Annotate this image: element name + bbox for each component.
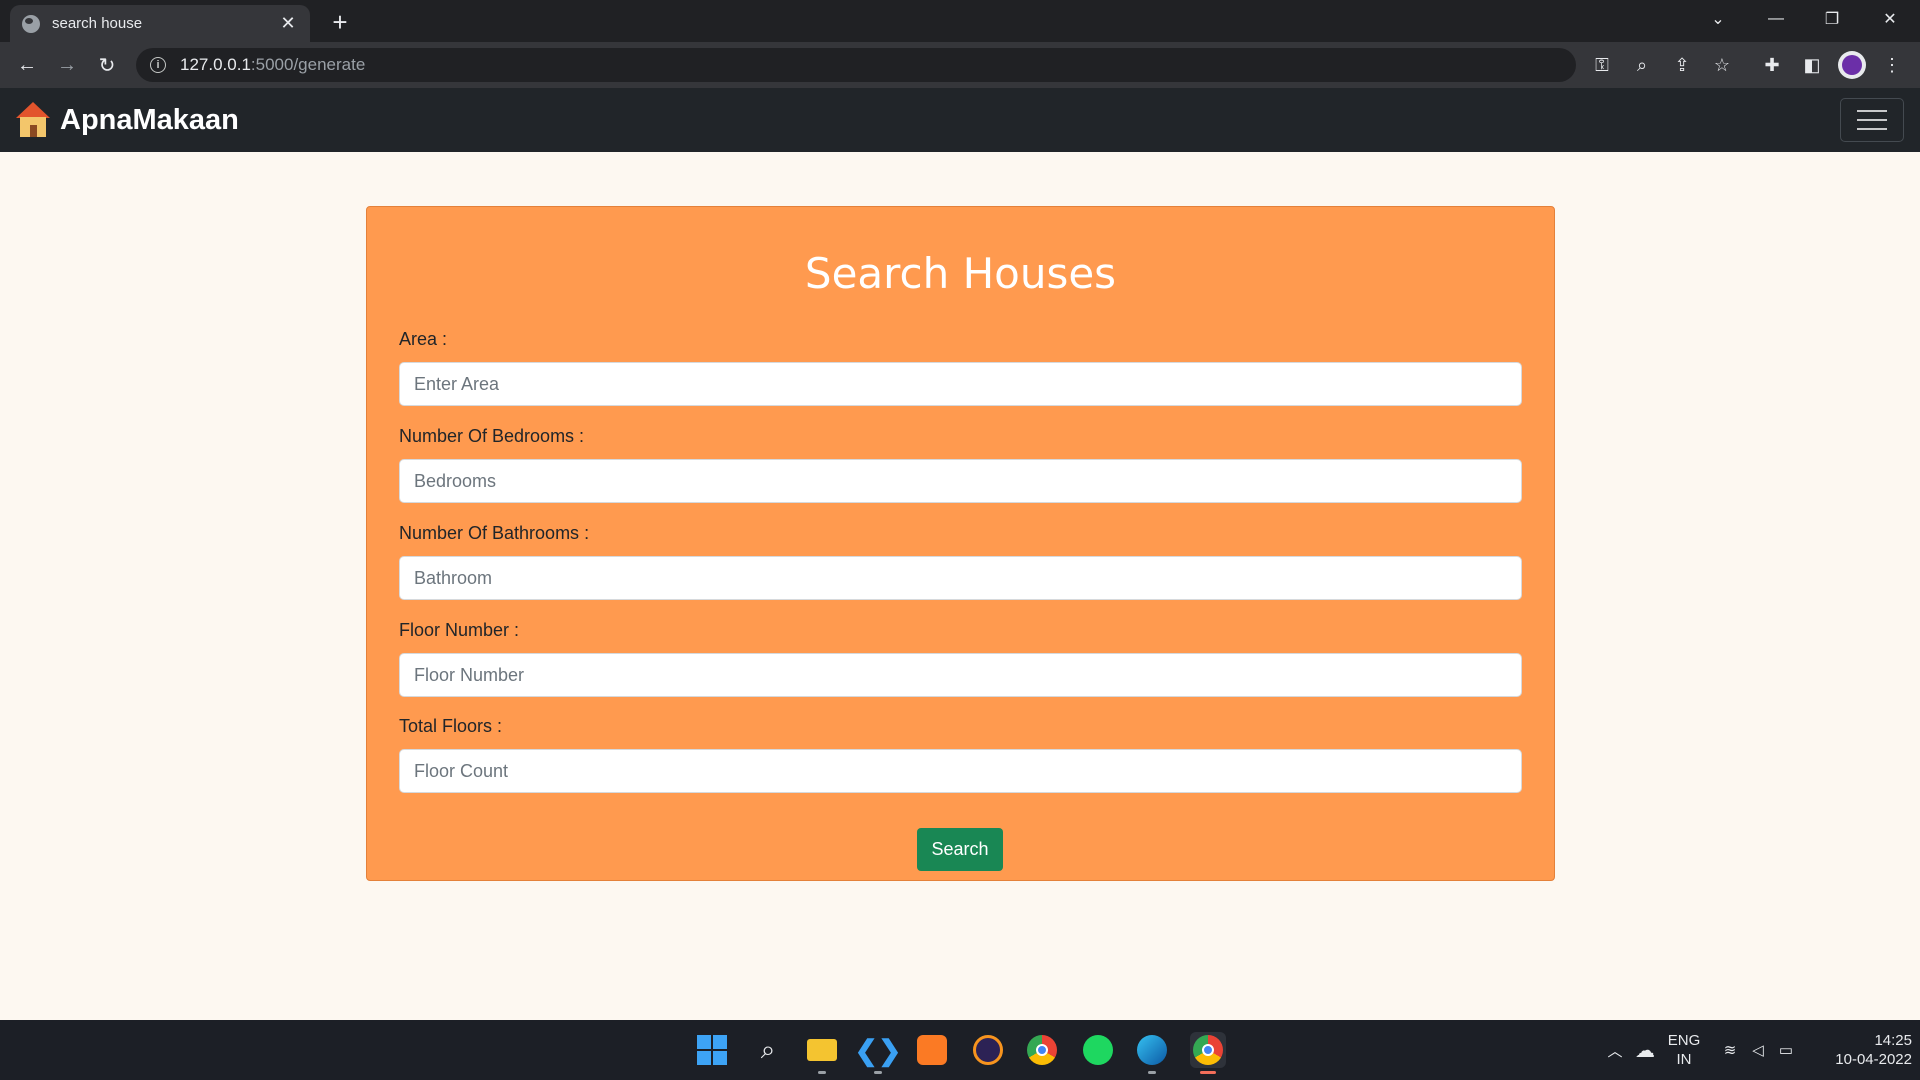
area-input[interactable]: [399, 362, 1522, 406]
search-form-card: Search Houses Area : Number Of Bedrooms …: [366, 206, 1555, 881]
clock-time: 14:25: [1874, 1032, 1912, 1049]
browser-toolbar: ← → ↻ i 127.0.0.1:5000/generate ⚿ ⌕ ⇪ ☆ …: [0, 42, 1920, 88]
address-bar[interactable]: i 127.0.0.1:5000/generate: [136, 48, 1576, 82]
extensions-icon[interactable]: ✚: [1758, 51, 1786, 79]
page-title: Search Houses: [804, 249, 1117, 298]
menu-kebab-icon[interactable]: ⋮: [1878, 51, 1906, 79]
battery-icon[interactable]: ▭: [1774, 1020, 1798, 1080]
url-path: :5000/generate: [250, 55, 366, 74]
eclipse-icon[interactable]: [970, 1032, 1006, 1068]
forward-icon[interactable]: →: [52, 50, 82, 80]
hamburger-line: [1857, 119, 1887, 121]
profile-avatar[interactable]: [1838, 51, 1866, 79]
floor-number-label: Floor Number :: [399, 620, 520, 640]
wifi-icon[interactable]: ≋: [1718, 1020, 1742, 1080]
edge-icon[interactable]: [1134, 1032, 1170, 1074]
restore-icon[interactable]: ❐: [1804, 0, 1860, 38]
bedrooms-label: Number Of Bedrooms :: [399, 426, 585, 446]
close-window-icon[interactable]: ✕: [1862, 0, 1918, 38]
share-icon[interactable]: ⇪: [1668, 51, 1696, 79]
onedrive-cloud-icon[interactable]: ☁: [1630, 1020, 1660, 1080]
file-explorer-icon[interactable]: [804, 1032, 840, 1074]
minimize-icon[interactable]: —: [1748, 0, 1804, 38]
browser-tab[interactable]: search house ✕: [10, 5, 310, 42]
hamburger-line: [1857, 128, 1887, 130]
browser-tab-strip: search house ✕ + ⌄ — ❐ ✕: [0, 0, 1920, 42]
reload-icon[interactable]: ↻: [92, 50, 122, 80]
start-icon[interactable]: [694, 1032, 730, 1068]
site-info-icon[interactable]: i: [150, 57, 166, 73]
globe-icon: [22, 14, 40, 33]
xampp-icon[interactable]: [914, 1032, 950, 1068]
house-icon: [16, 102, 50, 138]
bathrooms-input[interactable]: [399, 556, 1522, 600]
bathrooms-label: Number Of Bathrooms :: [399, 523, 590, 543]
brand-name: ApnaMakaan: [60, 103, 239, 136]
url-host: 127.0.0.1: [180, 55, 251, 74]
bookmark-star-icon[interactable]: ☆: [1708, 51, 1736, 79]
side-panel-icon[interactable]: ◧: [1798, 51, 1826, 79]
back-icon[interactable]: ←: [12, 50, 42, 80]
key-icon[interactable]: ⚿: [1588, 51, 1616, 79]
zoom-icon[interactable]: ⌕: [1628, 51, 1656, 79]
language-indicator[interactable]: ENG IN: [1664, 1020, 1704, 1080]
vscode-icon[interactable]: ❮❯: [855, 1032, 901, 1074]
show-hidden-icons-icon[interactable]: ︿: [1600, 1020, 1630, 1080]
search-icon[interactable]: ⌕: [750, 1032, 786, 1068]
app-navbar: ApnaMakaan: [0, 88, 1920, 152]
total-floors-input[interactable]: [399, 749, 1522, 793]
clock-date: 10-04-2022: [1835, 1051, 1912, 1068]
chrome-profile-icon[interactable]: [1190, 1032, 1226, 1074]
floor-number-input[interactable]: [399, 653, 1522, 697]
language-code: ENG: [1667, 1032, 1701, 1049]
tab-search-icon[interactable]: ⌄: [1690, 0, 1746, 38]
new-tab-button[interactable]: +: [326, 7, 354, 37]
hamburger-line: [1857, 110, 1887, 112]
clock[interactable]: 14:25 10-04-2022: [1812, 1020, 1912, 1080]
tab-title: search house: [52, 15, 143, 32]
close-tab-icon[interactable]: ✕: [278, 13, 298, 34]
bedrooms-input[interactable]: [399, 459, 1522, 503]
navbar-toggler-button[interactable]: [1840, 98, 1904, 142]
search-button[interactable]: Search: [917, 828, 1003, 871]
area-label: Area :: [399, 329, 448, 349]
spotify-icon[interactable]: [1080, 1032, 1116, 1068]
volume-icon[interactable]: ◁: [1746, 1020, 1770, 1080]
brand-link[interactable]: ApnaMakaan: [16, 102, 239, 138]
chrome-icon[interactable]: [1024, 1032, 1060, 1068]
region-code: IN: [1676, 1051, 1692, 1068]
total-floors-label: Total Floors :: [399, 716, 503, 736]
avatar-image: [1842, 55, 1862, 75]
